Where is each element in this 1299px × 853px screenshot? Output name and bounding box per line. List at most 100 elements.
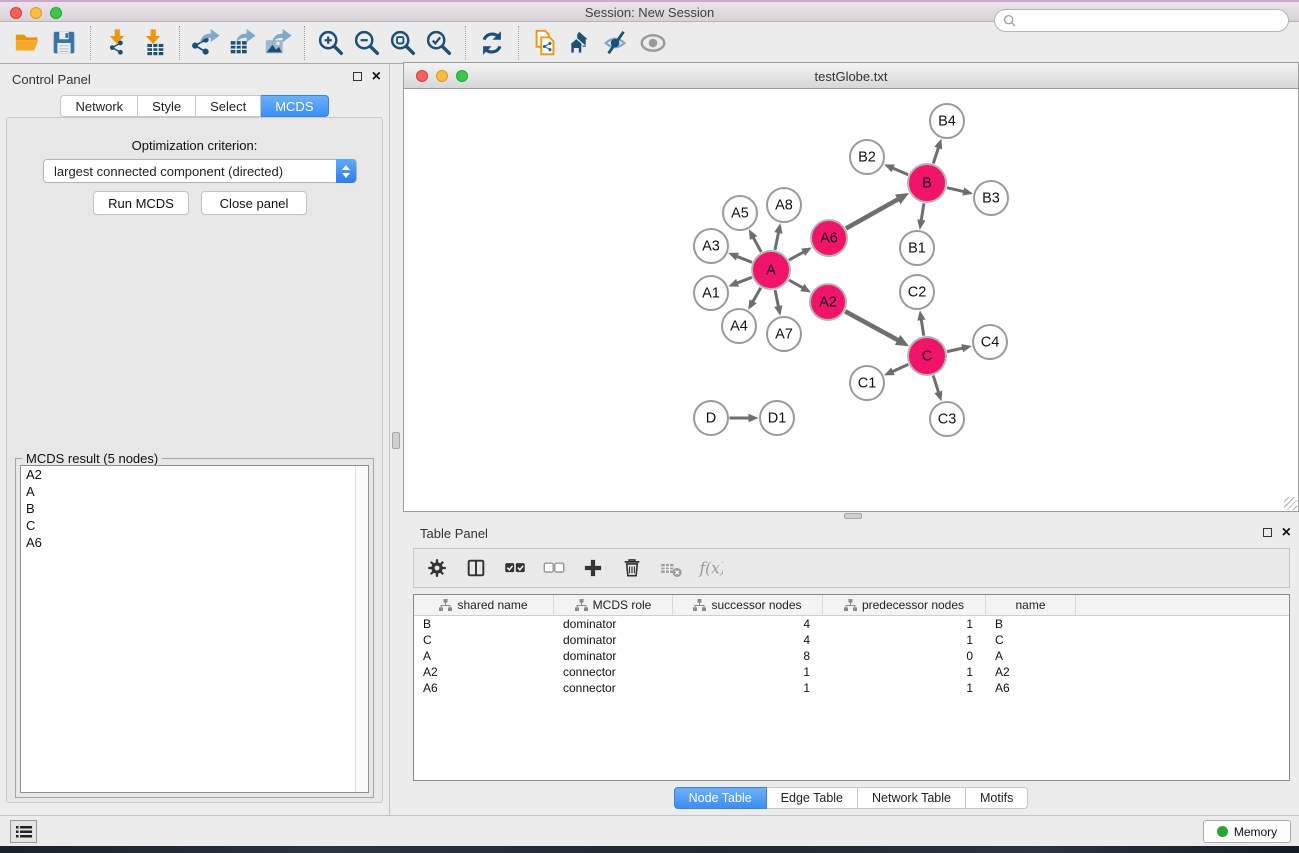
import-network-button[interactable]: [99, 26, 135, 60]
graph-edge-B-B1[interactable]: [917, 203, 925, 229]
graph-node-B2[interactable]: B2: [850, 140, 884, 174]
vertical-split-divider[interactable]: [390, 64, 403, 815]
cell-shared-name[interactable]: C: [414, 632, 554, 648]
column-header-successor-nodes[interactable]: successor nodes: [673, 595, 823, 615]
cell-name[interactable]: A: [986, 648, 1076, 664]
cell-shared-name[interactable]: B: [414, 616, 554, 632]
delete-table-button[interactable]: [658, 553, 684, 583]
column-header-name[interactable]: name: [986, 595, 1076, 615]
deselect-all-button[interactable]: [541, 553, 567, 583]
tab-style[interactable]: Style: [138, 95, 196, 117]
cell-predecessor-nodes[interactable]: 0: [823, 648, 986, 664]
home-button[interactable]: [563, 26, 599, 60]
search-input[interactable]: [1018, 14, 1288, 28]
window-resize-grip[interactable]: [1284, 497, 1297, 510]
cell-successor-nodes[interactable]: 4: [673, 616, 823, 632]
horizontal-split-handle[interactable]: [844, 513, 862, 519]
result-item-A[interactable]: A: [21, 483, 368, 500]
function-button[interactable]: f(x): [697, 553, 723, 583]
open-file-button[interactable]: [10, 26, 46, 60]
table-row-A2[interactable]: A2connector11A2: [414, 664, 1289, 680]
save-button[interactable]: [46, 26, 82, 60]
cell-successor-nodes[interactable]: 8: [673, 648, 823, 664]
graph-node-A6[interactable]: A6: [811, 220, 847, 256]
cell-name[interactable]: C: [986, 632, 1076, 648]
close-panel-icon[interactable]: ×: [372, 72, 381, 81]
cell-MCDS-role[interactable]: dominator: [554, 632, 673, 648]
cell-predecessor-nodes[interactable]: 1: [823, 680, 986, 696]
horizontal-split-divider[interactable]: [403, 512, 1299, 520]
select-all-button[interactable]: [502, 553, 528, 583]
graph-edge-C-C1[interactable]: [884, 364, 908, 375]
node-table[interactable]: shared nameMCDS rolesuccessor nodesprede…: [413, 594, 1290, 781]
graph-node-A3[interactable]: A3: [694, 229, 728, 263]
export-image-button[interactable]: [260, 26, 296, 60]
graph-node-A1[interactable]: A1: [694, 276, 728, 310]
graph-edge-B-B4[interactable]: [933, 139, 942, 164]
columns-button[interactable]: [463, 553, 489, 583]
graph-node-D[interactable]: D: [694, 401, 728, 435]
zoom-selected-button[interactable]: [421, 26, 457, 60]
graph-node-C2[interactable]: C2: [900, 275, 934, 309]
network-document-button[interactable]: [527, 26, 563, 60]
result-item-A6[interactable]: A6: [21, 534, 368, 551]
cell-predecessor-nodes[interactable]: 1: [823, 616, 986, 632]
graph-node-C[interactable]: C: [908, 337, 946, 375]
graph-node-C4[interactable]: C4: [973, 325, 1007, 359]
float-panel-icon[interactable]: [353, 72, 362, 81]
table-row-C[interactable]: Cdominator41C: [414, 632, 1289, 648]
memory-button[interactable]: Memory: [1203, 820, 1291, 843]
graph-node-B1[interactable]: B1: [900, 231, 934, 265]
graph-node-A[interactable]: A: [752, 251, 790, 289]
cell-shared-name[interactable]: A: [414, 648, 554, 664]
hide-selected-button[interactable]: [599, 26, 635, 60]
tab-mcds[interactable]: MCDS: [261, 95, 328, 117]
mcds-result-list[interactable]: A2ABCA6: [20, 465, 369, 793]
column-header-MCDS-role[interactable]: MCDS role: [554, 595, 673, 615]
network-window-titlebar[interactable]: testGlobe.txt: [404, 63, 1298, 89]
result-item-B[interactable]: B: [21, 500, 368, 517]
result-item-A2[interactable]: A2: [21, 466, 368, 483]
graph-edge-A6-B[interactable]: [846, 193, 909, 229]
graph-edge-A-A5[interactable]: [749, 229, 761, 252]
graph-edge-B-B2[interactable]: [884, 164, 908, 174]
show-all-button[interactable]: [635, 26, 671, 60]
graph-edge-A-A8[interactable]: [774, 223, 782, 250]
zoom-out-button[interactable]: [349, 26, 385, 60]
refresh-button[interactable]: [474, 26, 510, 60]
graph-node-A5[interactable]: A5: [723, 196, 757, 230]
gear-button[interactable]: [424, 553, 450, 583]
export-table-button[interactable]: [224, 26, 260, 60]
zoom-fit-button[interactable]: [385, 26, 421, 60]
graph-edge-C-C4[interactable]: [947, 344, 972, 352]
select-stepper-icon[interactable]: [336, 159, 356, 183]
graph-edge-A-A1[interactable]: [728, 277, 752, 286]
vertical-split-handle[interactable]: [392, 432, 400, 449]
graph-node-D1[interactable]: D1: [760, 401, 794, 435]
graph-node-B4[interactable]: B4: [930, 104, 964, 138]
search-field[interactable]: [994, 9, 1289, 32]
graph-edge-A2-C[interactable]: [845, 311, 909, 346]
graph-node-C1[interactable]: C1: [850, 366, 884, 400]
column-header-predecessor-nodes[interactable]: predecessor nodes: [823, 595, 986, 615]
node-table-body[interactable]: Bdominator41BCdominator41CAdominator80AA…: [414, 616, 1289, 696]
table-row-A6[interactable]: A6connector11A6: [414, 680, 1289, 696]
tab-network[interactable]: Network: [60, 95, 138, 117]
run-mcds-button[interactable]: Run MCDS: [93, 191, 189, 215]
graph-node-B3[interactable]: B3: [974, 181, 1008, 215]
graph-edge-C-C3[interactable]: [933, 376, 942, 402]
float-table-panel-icon[interactable]: [1263, 528, 1272, 537]
graph-edge-A-A2[interactable]: [789, 280, 811, 293]
close-panel-button[interactable]: Close panel: [201, 191, 307, 215]
cell-MCDS-role[interactable]: dominator: [554, 648, 673, 664]
table-row-A[interactable]: Adominator80A: [414, 648, 1289, 664]
table-row-B[interactable]: Bdominator41B: [414, 616, 1289, 632]
cell-MCDS-role[interactable]: connector: [554, 680, 673, 696]
optimization-criterion-select[interactable]: largest connected component (directed): [43, 159, 357, 183]
close-table-panel-icon[interactable]: ×: [1282, 528, 1291, 537]
cell-name[interactable]: B: [986, 616, 1076, 632]
tab-motifs[interactable]: Motifs: [966, 787, 1028, 809]
graph-node-C3[interactable]: C3: [930, 402, 964, 436]
column-header-shared-name[interactable]: shared name: [414, 595, 554, 615]
tab-node-table[interactable]: Node Table: [674, 787, 767, 809]
